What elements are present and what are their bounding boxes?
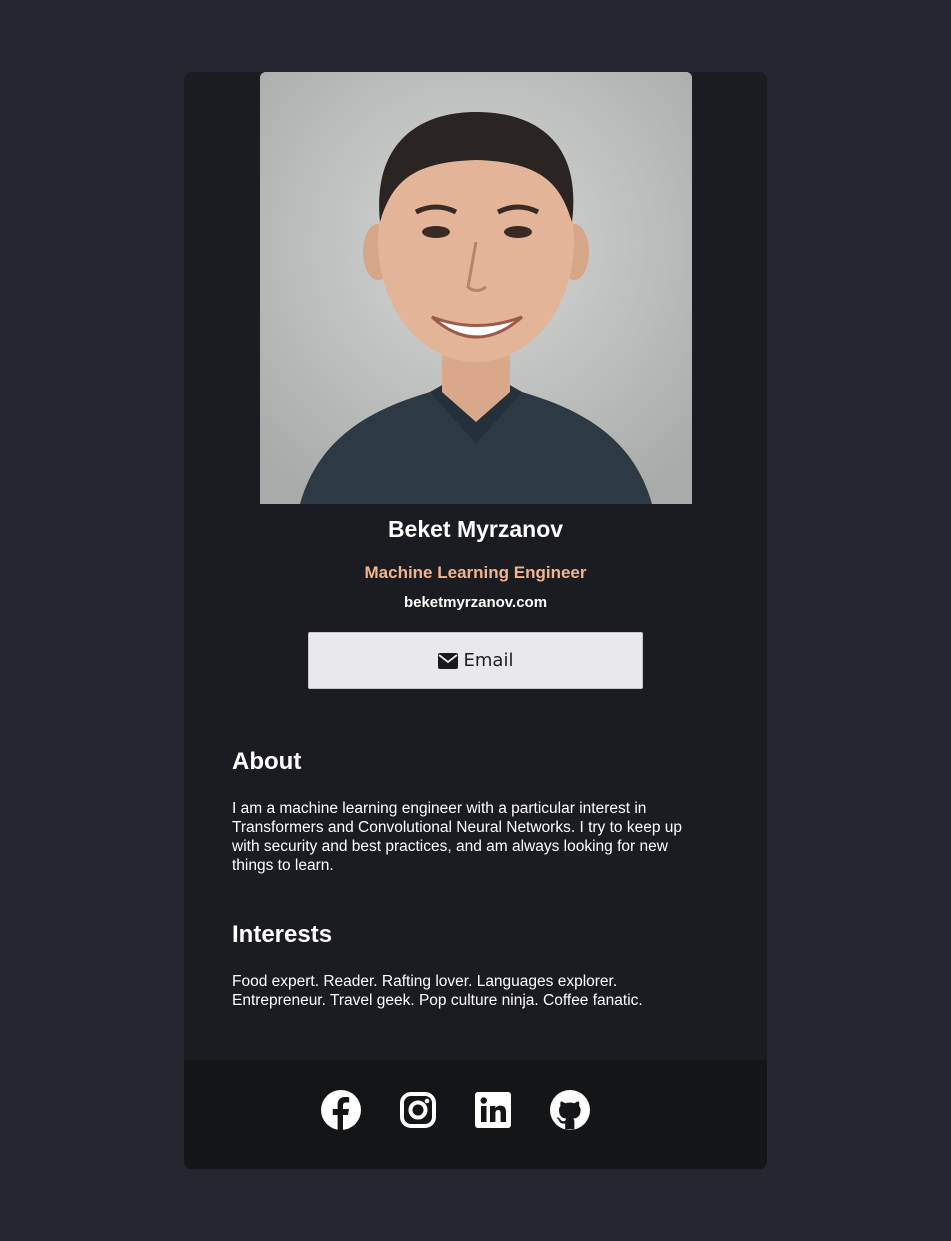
facebook-link[interactable] (321, 1090, 361, 1135)
facebook-icon (321, 1090, 361, 1130)
profile-photo-image (260, 72, 692, 504)
profile-photo (260, 72, 692, 504)
profile-role: Machine Learning Engineer (364, 563, 587, 582)
envelope-icon (437, 652, 458, 669)
email-button-label: Email (463, 650, 514, 671)
github-link[interactable] (550, 1090, 590, 1135)
about-title: About (232, 748, 302, 775)
profile-name: Beket Myrzanov (387, 516, 564, 542)
linkedin-link[interactable] (475, 1092, 511, 1133)
profile-card: Beket Myrzanov Machine Learning Engineer… (184, 72, 767, 1169)
email-button[interactable]: Email (308, 632, 643, 689)
instagram-icon (400, 1092, 436, 1128)
profile-website: beketmyrzanov.com (403, 594, 548, 611)
about-text: I am a machine learning engineer with a … (232, 800, 682, 874)
interests-text: Food expert. Reader. Rafting lover. Lang… (232, 973, 643, 1009)
github-icon (550, 1090, 590, 1130)
interests-title: Interests (232, 921, 333, 948)
social-footer (184, 1060, 767, 1169)
linkedin-icon (475, 1092, 511, 1128)
instagram-link[interactable] (400, 1092, 436, 1133)
